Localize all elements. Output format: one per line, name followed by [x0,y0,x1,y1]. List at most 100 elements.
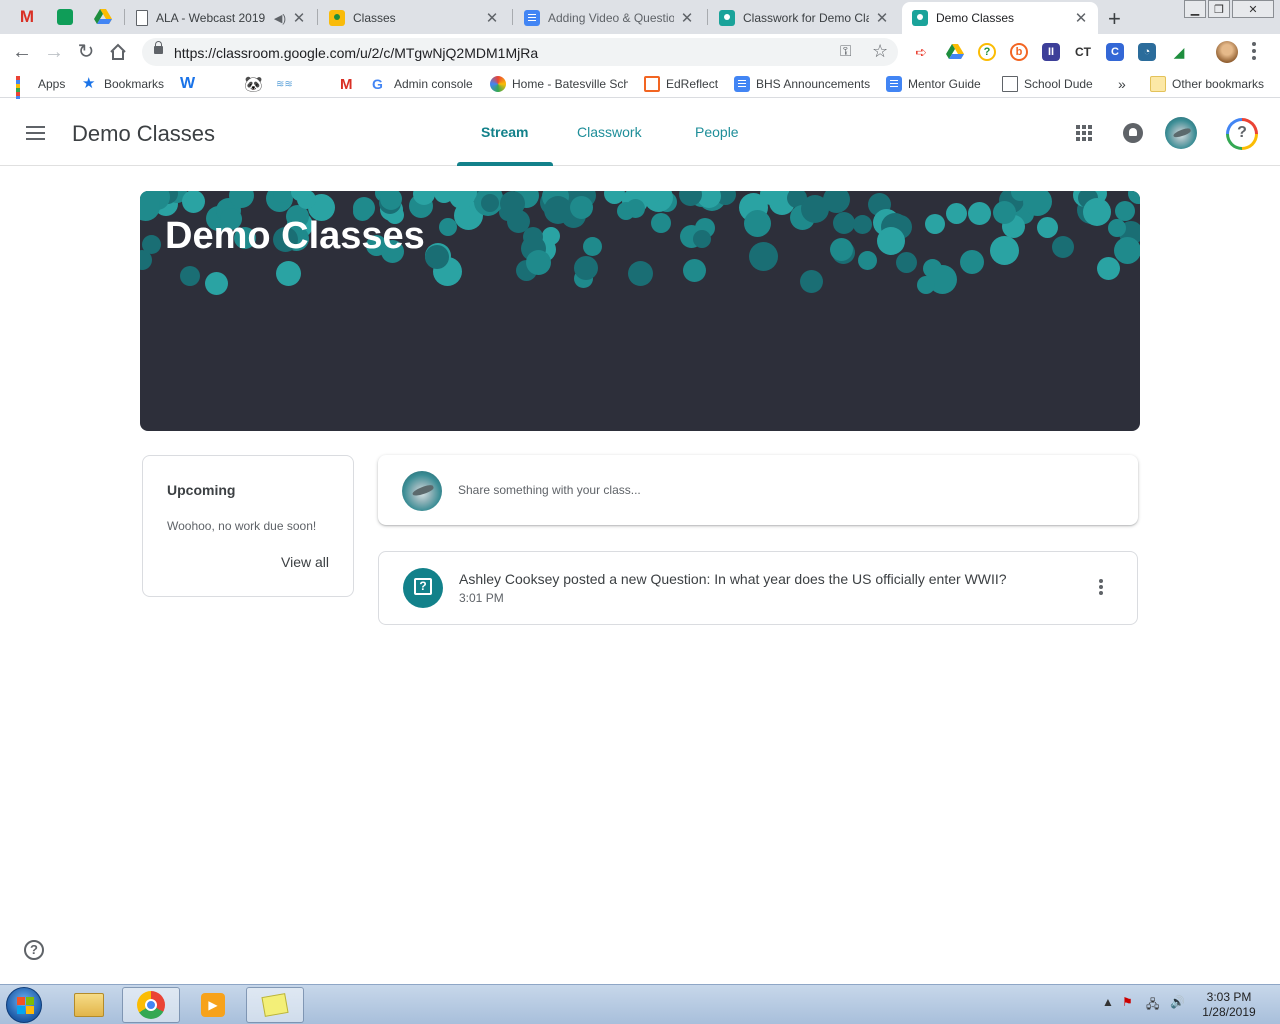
banner-dot [749,242,778,271]
ii-extension-icon[interactable]: II [1042,43,1060,61]
chrome-taskbar-button[interactable] [122,987,180,1023]
bookmark-apps[interactable]: Apps [16,75,65,112]
chrome-menu-icon[interactable] [1252,42,1256,60]
tab-classes[interactable]: Classes ✕ [319,2,509,34]
banner-dot [800,270,823,293]
tab-ala-webcast[interactable]: ALA - Webcast 2019 ◀) ✕ [126,2,316,34]
speaker-icon[interactable]: ◀) [274,12,286,25]
tab-stream[interactable]: Stream [481,124,528,140]
file-explorer-taskbar-button[interactable] [60,987,118,1023]
more-options-icon[interactable] [1099,579,1103,597]
wave-bookmark-icon[interactable]: ≋≋ [276,75,293,93]
google-docs-icon [734,76,750,92]
home-icon[interactable] [107,43,129,61]
view-all-link[interactable]: View all [281,554,329,570]
share-placeholder[interactable]: Share something with your class... [458,483,641,497]
classroom-icon [912,10,928,26]
banner-dot [570,196,593,219]
google-help-icon[interactable]: ? [1226,118,1258,150]
banner-dot [574,256,598,280]
bookmark-edreflect[interactable]: EdReflect [644,75,718,93]
post-title[interactable]: Ashley Cooksey posted a new Question: In… [459,571,1007,587]
network-icon[interactable]: 🖧 [1146,995,1159,1016]
url-text[interactable]: https://classroom.google.com/u/2/c/MTgwN… [174,45,538,61]
back-icon[interactable]: ← [11,41,33,63]
chrome-profile-avatar[interactable] [1216,41,1238,63]
w-bookmark-icon[interactable]: W [180,75,195,93]
close-icon[interactable]: ✕ [485,9,499,27]
bookmark-home-batesville[interactable]: Home - Batesville Sch [490,75,628,93]
bookmark-admin-console[interactable]: G Admin console [372,75,473,93]
classroom-yellow-icon [329,10,345,26]
cast-extension-icon[interactable]: ◢ [1170,43,1188,61]
show-hidden-icons[interactable]: ▲ [1102,995,1114,1009]
user-avatar [402,471,442,511]
close-icon[interactable]: ✕ [875,9,889,27]
volume-icon[interactable]: 🔊 [1170,995,1185,1009]
tab-title: Classes [353,11,396,25]
help-extension-icon[interactable]: ? [978,43,996,61]
bookmark-star-icon[interactable]: ☆ [872,41,888,62]
tab-people[interactable]: People [695,124,739,140]
ct-extension-icon[interactable]: CT [1074,43,1092,61]
banner-dot [544,196,572,224]
banner-dot [180,266,200,286]
classroom-icon [719,10,735,26]
sheets-pinned-tab[interactable] [46,0,84,34]
google-apps-icon[interactable] [1076,125,1092,141]
close-icon[interactable]: ✕ [1074,9,1088,27]
tab-classwork[interactable]: Classwork [577,124,642,140]
bookmark-bookmarks[interactable]: ★ Bookmarks [82,75,164,93]
banner-dot [833,212,855,234]
tab-classwork[interactable]: Classwork for Demo Classes ✕ [709,2,899,34]
media-player-taskbar-button[interactable]: ▶ [184,987,242,1023]
panda-bookmark-icon[interactable]: 🐼 [244,75,263,93]
google-sheets-icon [57,9,73,25]
share-box[interactable]: Share something with your class... [378,455,1138,525]
stream-post[interactable]: ? Ashley Cooksey posted a new Question: … [378,551,1138,625]
sticky-notes-taskbar-button[interactable] [246,987,304,1023]
more-bookmarks-icon[interactable]: » [1118,75,1126,93]
hamburger-menu-icon[interactable] [26,126,45,140]
banner-title[interactable]: Demo Classes [165,215,425,258]
action-center-icon[interactable]: ⚑ [1122,995,1133,1009]
windows-start-button[interactable] [6,987,42,1023]
screencast-extension-icon[interactable]: ◔ [1138,43,1156,61]
close-window-button[interactable]: ✕ [1232,0,1274,18]
banner-dot [896,252,917,273]
system-clock[interactable]: 3:03 PM 1/28/2019 [1196,990,1262,1020]
address-bar[interactable]: https://classroom.google.com/u/2/c/MTgwN… [142,38,898,66]
tab-demo-classes[interactable]: Demo Classes ✕ [902,2,1098,34]
close-icon[interactable]: ✕ [292,9,306,27]
gmail-pinned-tab[interactable]: M [8,0,46,34]
banner-dot [1108,219,1126,237]
banner-dot [481,194,499,212]
notifications-icon[interactable] [1123,123,1143,143]
close-icon[interactable]: ✕ [680,9,694,27]
user-avatar[interactable] [1165,117,1197,149]
bookmark-mentor-guide[interactable]: Mentor Guide [886,75,981,93]
gmail-bookmark-icon[interactable]: M [340,75,353,93]
help-icon[interactable]: ? [24,940,44,960]
bookmark-school-dude[interactable]: School Dude [1002,75,1093,93]
bookmark-bhs-announcements[interactable]: BHS Announcements [734,75,870,93]
key-icon[interactable]: ⚿ [840,43,851,60]
class-title[interactable]: Demo Classes [72,121,215,147]
banner-dot [439,218,457,236]
forward-icon[interactable]: → [43,41,65,63]
google-drive-extension-icon[interactable] [946,43,964,61]
b-extension-icon[interactable]: b [1010,43,1028,61]
extension-arrow-icon[interactable]: ➪ [912,43,930,61]
new-tab-button[interactable]: + [1108,6,1121,32]
banner-dot [651,213,671,233]
google-g-icon: G [372,76,383,92]
drive-pinned-tab[interactable] [84,0,122,34]
minimize-button[interactable]: ▁ [1184,0,1206,18]
media-player-icon: ▶ [201,993,225,1017]
reload-icon[interactable]: ↻ [75,41,97,63]
tab-adding-video[interactable]: Adding Video & Questions ✕ [514,2,704,34]
restore-button[interactable]: ❐ [1208,0,1230,18]
banner-dot [1115,201,1135,221]
bookmark-other-bookmarks[interactable]: Other bookmarks [1150,75,1264,93]
c-extension-icon[interactable]: C [1106,43,1124,61]
